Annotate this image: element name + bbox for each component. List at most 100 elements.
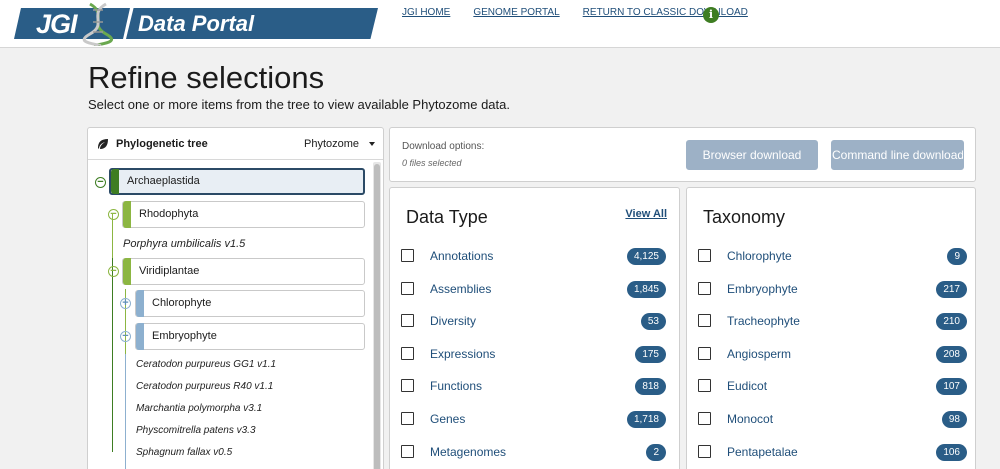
count-badge: 106	[936, 444, 967, 461]
nav-classic-download-link[interactable]: RETURN TO CLASSIC DOWNLOAD	[583, 7, 748, 18]
data-type-row-metagenomes[interactable]: Metagenomes 2	[390, 442, 679, 462]
facet-label[interactable]: Eudicot	[727, 379, 767, 393]
taxonomy-row-monocot[interactable]: Monocot 98	[687, 409, 975, 429]
data-portal-title: Data Portal	[138, 11, 255, 36]
collapse-embryophyte-icon[interactable]: −	[120, 331, 131, 342]
tree-panel-header: Phylogenetic tree Phytozome	[88, 128, 383, 160]
checkbox[interactable]	[698, 282, 711, 295]
view-all-link[interactable]: View All	[625, 208, 667, 220]
facet-label[interactable]: Tracheophyte	[727, 314, 800, 328]
command-line-download-button[interactable]: Command line download	[831, 140, 964, 170]
collapse-viridiplantae-icon[interactable]: −	[108, 266, 119, 277]
checkbox[interactable]	[401, 445, 414, 458]
count-badge: 175	[635, 346, 666, 363]
tree-node-label: Archaeplastida	[127, 175, 200, 187]
facet-label[interactable]: Expressions	[430, 347, 495, 361]
data-type-row-genes[interactable]: Genes 1,718	[390, 409, 679, 429]
jgi-logo-text: JGI	[36, 9, 78, 39]
tree-panel-title: Phylogenetic tree	[116, 138, 208, 150]
data-portal-banner[interactable]: Data Portal	[126, 8, 378, 39]
checkbox[interactable]	[401, 379, 414, 392]
chevron-down-icon[interactable]	[369, 142, 375, 146]
tree-source-select[interactable]: Phytozome	[304, 138, 359, 150]
checkbox[interactable]	[698, 445, 711, 458]
checkbox[interactable]	[401, 314, 414, 327]
facet-label[interactable]: Metagenomes	[430, 445, 506, 459]
genome-item-link[interactable]: Ceratodon purpureus GG1 v1.1	[136, 359, 276, 370]
nav-genome-portal-link[interactable]: GENOME PORTAL	[473, 7, 559, 18]
taxonomy-row-angiosperm[interactable]: Angiosperm 208	[687, 344, 975, 364]
genome-porphyra-link[interactable]: Porphyra umbilicalis v1.5	[123, 238, 245, 250]
data-type-row-functions[interactable]: Functions 818	[390, 376, 679, 396]
taxonomy-row-eudicot[interactable]: Eudicot 107	[687, 376, 975, 396]
count-badge: 1,718	[626, 411, 666, 428]
data-type-row-annotations[interactable]: Annotations 4,125	[390, 246, 679, 266]
browser-download-button[interactable]: Browser download	[686, 140, 818, 170]
checkbox[interactable]	[698, 249, 711, 262]
tree-node-embryophyte[interactable]: Embryophyte	[135, 323, 365, 350]
download-options-panel: Download options: 0 files selected Brows…	[389, 127, 976, 182]
data-type-row-expressions[interactable]: Expressions 175	[390, 344, 679, 364]
facet-label[interactable]: Monocot	[727, 412, 773, 426]
facet-label[interactable]: Embryophyte	[727, 282, 798, 296]
count-badge: 210	[936, 313, 967, 330]
taxonomy-row-embryophyte[interactable]: Embryophyte 217	[687, 279, 975, 299]
count-badge: 107	[936, 378, 967, 395]
taxonomy-row-pentapetalae[interactable]: Pentapetalae 106	[687, 442, 975, 462]
count-badge: 1,845	[626, 281, 666, 298]
tree-scrollbar[interactable]	[373, 162, 381, 469]
files-selected-count: 0 files selected	[402, 158, 462, 168]
facet-label[interactable]: Assemblies	[430, 282, 491, 296]
facet-label[interactable]: Annotations	[430, 249, 493, 263]
checkbox[interactable]	[698, 314, 711, 327]
data-type-row-diversity[interactable]: Diversity 53	[390, 311, 679, 331]
expand-chlorophyte-icon[interactable]: +	[120, 298, 131, 309]
data-type-row-assemblies[interactable]: Assemblies 1,845	[390, 279, 679, 299]
tree-node-viridiplantae[interactable]: Viridiplantae	[122, 258, 365, 285]
tree-node-label: Viridiplantae	[139, 265, 200, 277]
facet-label[interactable]: Genes	[430, 412, 465, 426]
phylogenetic-tree-panel: Phylogenetic tree Phytozome − Archaeplas…	[87, 127, 384, 469]
checkbox[interactable]	[698, 347, 711, 360]
data-type-panel: Data Type View All Annotations 4,125 Asse…	[389, 187, 680, 469]
checkbox[interactable]	[401, 249, 414, 262]
checkbox[interactable]	[401, 412, 414, 425]
count-badge: 98	[941, 411, 967, 428]
count-badge: 53	[640, 313, 666, 330]
collapse-archaeplastida-icon[interactable]: −	[95, 177, 106, 188]
genome-item-link[interactable]: Sphagnum fallax v0.5	[136, 447, 232, 458]
tree-node-label: Chlorophyte	[152, 297, 212, 309]
nav-jgi-home-link[interactable]: JGI HOME	[402, 7, 450, 18]
tree-node-rhodophyta[interactable]: Rhodophyta	[122, 201, 365, 228]
checkbox[interactable]	[401, 282, 414, 295]
facet-label[interactable]: Angiosperm	[727, 347, 791, 361]
top-header: JGI Data Portal JGI HOME GENOME PORTAL R…	[0, 0, 1000, 48]
data-type-title: Data Type	[406, 207, 488, 227]
genome-item-link[interactable]: Physcomitrella patens v3.3	[136, 425, 256, 436]
taxonomy-row-chlorophyte[interactable]: Chlorophyte 9	[687, 246, 975, 266]
taxonomy-panel: Taxonomy Chlorophyte 9 Embryophyte 217 Tra…	[686, 187, 976, 469]
tree-node-archaeplastida[interactable]: Archaeplastida	[109, 168, 365, 195]
count-badge: 4,125	[626, 248, 666, 265]
checkbox[interactable]	[401, 347, 414, 360]
checkbox[interactable]	[698, 412, 711, 425]
facet-label[interactable]: Diversity	[430, 314, 476, 328]
leaf-icon	[98, 139, 108, 149]
facet-label[interactable]: Chlorophyte	[727, 249, 792, 263]
checkbox[interactable]	[698, 379, 711, 392]
genome-item-link[interactable]: Marchantia polymorpha v3.1	[136, 403, 262, 414]
count-badge: 2	[646, 444, 666, 461]
tree-connector	[125, 354, 126, 469]
tree-node-label: Rhodophyta	[139, 208, 199, 220]
scrollbar-thumb[interactable]	[374, 164, 380, 469]
count-badge: 818	[635, 378, 666, 395]
taxonomy-row-tracheophyte[interactable]: Tracheophyte 210	[687, 311, 975, 331]
count-badge: 9	[947, 248, 967, 265]
facet-label[interactable]: Pentapetalae	[727, 445, 798, 459]
collapse-rhodophyta-icon[interactable]: −	[108, 209, 119, 220]
tree-node-chlorophyte[interactable]: Chlorophyte	[135, 290, 365, 317]
facet-label[interactable]: Functions	[430, 379, 482, 393]
info-icon[interactable]: i	[703, 7, 719, 23]
count-badge: 217	[936, 281, 967, 298]
genome-item-link[interactable]: Ceratodon purpureus R40 v1.1	[136, 381, 273, 392]
